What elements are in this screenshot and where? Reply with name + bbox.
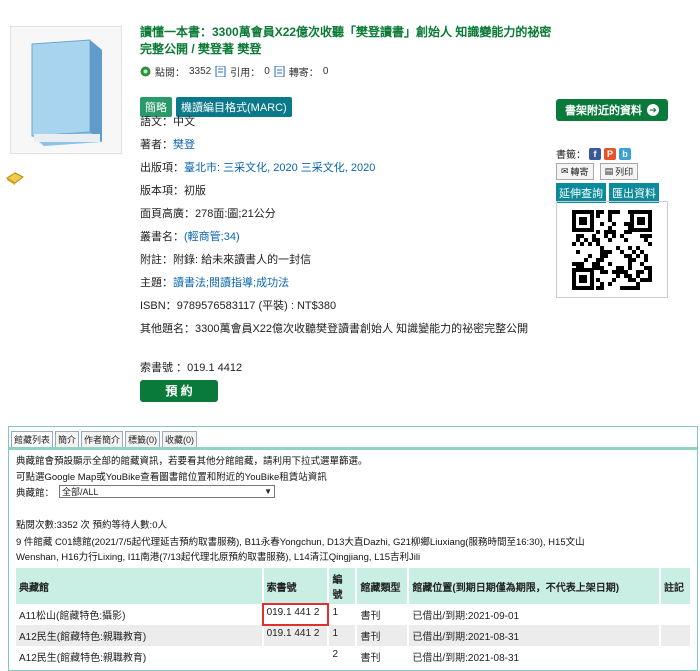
click-stat-icon bbox=[140, 66, 151, 77]
cite-value: 0 bbox=[264, 66, 270, 77]
row-status: 已借出/到期:2021-08-31 bbox=[408, 646, 661, 667]
holdings-table: 典藏館 索書號 編號 館藏類型 館藏位置(到期日期僅為期限，不代表上架日期) 註… bbox=[16, 568, 693, 667]
col-status: 館藏位置(到期日期僅為期限，不代表上架日期) bbox=[408, 568, 661, 604]
col-branch: 典藏館 bbox=[16, 568, 264, 604]
field-isbn: ISBN：9789576583117 (平裝) : NT$380 bbox=[140, 300, 337, 312]
col-type: 館藏類型 bbox=[356, 568, 410, 604]
field-publisher: 出版項：臺北市: 三采文化, 2020 三采文化, 2020 bbox=[140, 162, 376, 174]
series-link[interactable]: (輕商管;34) bbox=[184, 231, 240, 243]
field-edition: 版本項：初版 bbox=[140, 185, 206, 197]
tab-brief[interactable]: 簡略 bbox=[140, 97, 172, 117]
book-cover-image[interactable] bbox=[9, 25, 123, 155]
row-no: 1 bbox=[328, 604, 358, 625]
tab-holdings-list[interactable]: 館藏列表 bbox=[11, 431, 54, 448]
mail-button[interactable]: ✉ 轉寄 bbox=[556, 163, 594, 180]
row-branch: A12民生(館藏特色:親職教育) bbox=[16, 646, 264, 667]
bookmark-label: 書籤： bbox=[556, 150, 586, 161]
nearby-shelf-button[interactable]: 書架附近的資料 ➔ bbox=[556, 99, 668, 121]
cite-label: 引用： bbox=[230, 68, 261, 79]
field-callno: 索書號 ：019.1 4412 bbox=[140, 362, 243, 374]
tab-summary[interactable]: 簡介 bbox=[55, 431, 80, 448]
holdings-header-row: 典藏館 索書號 編號 館藏類型 館藏位置(到期日期僅為期限，不代表上架日期) 註… bbox=[16, 568, 693, 604]
plurk-icon[interactable]: P bbox=[604, 147, 616, 160]
row-status: 已借出/到期:2021-09-01 bbox=[408, 604, 661, 625]
holdings-panel: 館藏列表 簡介 作者簡介 標籤(0) 收藏(0) 典藏館會預設顯示全部的館藏資訊… bbox=[8, 426, 698, 671]
arrow-right-icon: ➔ bbox=[647, 104, 659, 116]
col-note: 註記 bbox=[659, 568, 693, 604]
col-no: 編號 bbox=[328, 568, 358, 604]
clicks-value: 3352 bbox=[189, 66, 212, 77]
subject-links[interactable]: 讀書法;閱讀指導;成功法 bbox=[173, 277, 289, 289]
field-series: 叢書名：(輕商管;34) bbox=[140, 231, 240, 243]
availability-line-1: 9 件館藏 C01總館(2021/7/5起代理延吉預約取書服務), B11永春Y… bbox=[16, 537, 585, 548]
branch-notice: 典藏館會預設顯示全部的館藏資訊，若要看其他分館館藏，請利用下拉式選單篩選。 bbox=[16, 456, 368, 467]
author-link[interactable]: 樊登 bbox=[173, 139, 195, 151]
export-data-button[interactable]: 匯出資料 bbox=[609, 183, 659, 203]
publisher-link[interactable]: 臺北市: 三采文化, 2020 三采文化, 2020 bbox=[184, 162, 375, 174]
clicks-label: 點閱： bbox=[155, 68, 185, 79]
book-stats: 點閱： 3352 引用： 0 轉寄： 0 bbox=[140, 64, 328, 79]
field-language: 語文：中文 bbox=[140, 116, 195, 128]
extended-query-button[interactable]: 延伸查詢 bbox=[556, 183, 606, 203]
forward-icon bbox=[274, 65, 285, 78]
forward-label: 轉寄： bbox=[288, 68, 319, 79]
forward-value: 0 bbox=[322, 66, 329, 77]
availability-line-2: Wenshan, H16力行Lixing, I11南港(7/13起代理北原預約取… bbox=[16, 552, 421, 563]
mail-print-bar: ✉ 轉寄 ▤ 列印 bbox=[556, 163, 639, 180]
extension-bar: 延伸查詢 匯出資料 bbox=[556, 183, 659, 203]
field-other-title: 其他題名： 3300萬會員X22億次收聽樊登讀書創始人 知識變能力的祕密完整公開 bbox=[140, 323, 529, 335]
row-callno bbox=[262, 646, 330, 667]
row-type: 書刊 bbox=[356, 625, 410, 646]
field-subject: 主題：讀書法;閱讀指導;成功法 bbox=[140, 277, 290, 289]
row-no: 1 bbox=[328, 625, 358, 646]
print-button[interactable]: ▤ 列印 bbox=[599, 163, 639, 180]
holdings-tab-divider bbox=[9, 447, 697, 450]
row-status: 已借出/到期:2021-08-31 bbox=[408, 625, 661, 646]
tab-favorites[interactable]: 收藏(0) bbox=[162, 431, 198, 448]
tab-tags[interactable]: 標籤(0) bbox=[125, 431, 161, 448]
map-notice: 可點選Google Map或YouBike查看圖書館位置和附近的YouBike租… bbox=[16, 472, 327, 483]
share-icon[interactable]: b bbox=[619, 147, 631, 160]
tab-marc[interactable]: 機讀編目格式(MARC) bbox=[176, 97, 292, 117]
bookmark-bar: 書籤： f P b bbox=[556, 146, 631, 161]
qr-code bbox=[556, 201, 668, 298]
holdings-tabs: 館藏列表 簡介 作者簡介 標籤(0) 收藏(0) bbox=[11, 431, 198, 448]
row-no: 2 bbox=[328, 646, 358, 667]
row-branch: A12民生(館藏特色:親職教育) bbox=[16, 625, 264, 646]
col-callno: 索書號 bbox=[262, 568, 330, 604]
branch-select-value: 全部/ALL bbox=[62, 487, 99, 497]
row-callno: 019.1 441 2 bbox=[261, 603, 330, 626]
book-type-icon bbox=[6, 172, 24, 189]
table-row[interactable]: A11松山(館藏特色:攝影) 019.1 441 2 1 書刊 已借出/到期:2… bbox=[16, 603, 693, 626]
mail-icon: ✉ bbox=[561, 166, 569, 176]
row-note bbox=[659, 604, 693, 625]
cite-icon bbox=[215, 65, 226, 78]
nearby-shelf-label: 書架附近的資料 bbox=[565, 105, 642, 117]
field-pages: 面頁高廣：278面:圖;21公分 bbox=[140, 208, 276, 220]
field-author: 著者：樊登 bbox=[140, 139, 195, 151]
row-note bbox=[659, 625, 693, 646]
detail-tabs: 簡略 機讀編目格式(MARC) bbox=[140, 97, 292, 117]
row-branch: A11松山(館藏特色:攝影) bbox=[16, 604, 264, 625]
reserve-button[interactable]: 預 約 bbox=[140, 380, 218, 402]
row-type: 書刊 bbox=[356, 604, 410, 625]
print-icon: ▤ bbox=[604, 166, 614, 176]
chevron-down-icon: ▼ bbox=[264, 487, 272, 496]
table-row[interactable]: A12民生(館藏特色:親職教育) 2 書刊 已借出/到期:2021-08-31 bbox=[16, 646, 693, 667]
row-callno: 019.1 441 2 bbox=[262, 625, 330, 646]
branch-select[interactable]: 全部/ALL ▼ bbox=[59, 485, 275, 498]
tab-author-intro[interactable]: 作者簡介 bbox=[81, 431, 124, 448]
branch-filter-label: 典藏館： bbox=[16, 488, 55, 499]
book-title: 讀懂一本書：3300萬會員X22億次收聽「樊登讀書」創始人 知識變能力的祕密完整… bbox=[140, 25, 552, 56]
stats-line: 點閱次數:3352 次 預約等待人數:0人 bbox=[16, 520, 167, 531]
row-type: 書刊 bbox=[356, 646, 410, 667]
facebook-icon[interactable]: f bbox=[589, 147, 601, 160]
table-row[interactable]: A12民生(館藏特色:親職教育) 019.1 441 2 1 書刊 已借出/到期… bbox=[16, 625, 693, 646]
row-note bbox=[659, 646, 693, 667]
field-note: 附註：附錄: 給未來讀書人的一封信 bbox=[140, 254, 312, 266]
